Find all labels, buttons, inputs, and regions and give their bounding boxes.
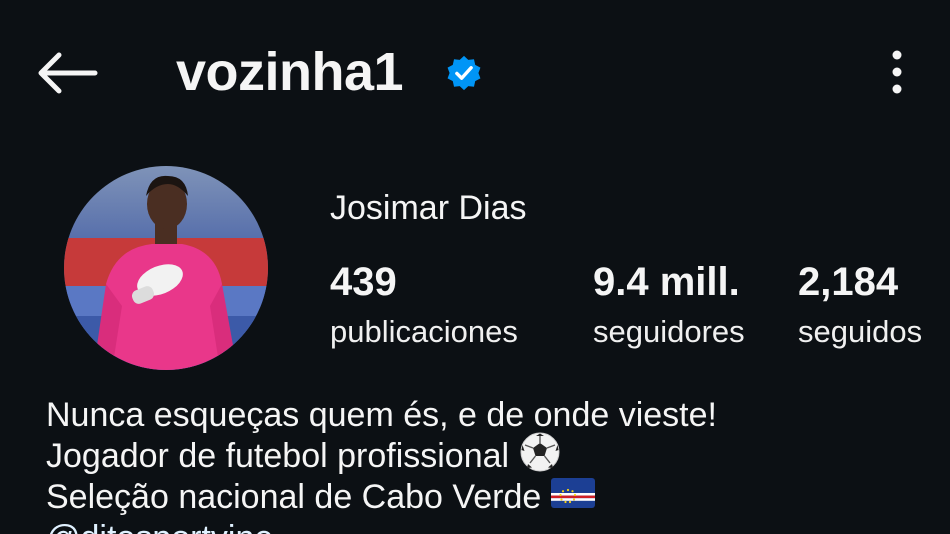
profile-photo [64, 166, 268, 370]
stat-following[interactable]: 2,184 seguidos [798, 258, 922, 352]
bio-text: Jogador de futebol profissional [46, 437, 510, 475]
profile-full-name: Josimar Dias [330, 189, 527, 227]
profile-username: vozinha1 [176, 42, 404, 102]
stat-followers-label: seguidores [593, 314, 745, 349]
cape-verde-flag-icon [551, 477, 596, 518]
stat-following-value: 2,184 [798, 260, 899, 304]
bio-line: Seleção nacional de Cabo Verde [46, 477, 717, 518]
arrow-left-icon [38, 52, 98, 94]
stat-posts-value: 439 [330, 260, 397, 304]
verified-badge-icon [447, 55, 481, 91]
back-button[interactable] [34, 50, 100, 96]
vertical-dots-icon [892, 50, 902, 94]
profile-avatar[interactable] [64, 166, 268, 370]
stat-followers-value: 9.4 mill. [593, 260, 740, 304]
bio-text: Seleção nacional de Cabo Verde [46, 478, 542, 516]
soccer-ball-icon [519, 431, 561, 483]
bio-line: Jogador de futebol profissional [46, 432, 717, 477]
stat-following-label: seguidos [798, 314, 923, 349]
bio-link[interactable]: @ditosportvine [46, 518, 273, 534]
stat-followers[interactable]: 9.4 mill. seguidores [593, 258, 745, 352]
stat-posts[interactable]: 439 publicaciones [330, 258, 518, 352]
bio-text: Nunca esqueças quem és, e de onde vieste… [46, 396, 717, 434]
stat-posts-label: publicaciones [330, 314, 518, 349]
profile-bio: Nunca esqueças quem és, e de onde vieste… [46, 395, 717, 518]
more-options-button[interactable] [880, 44, 914, 100]
bio-line: Nunca esqueças quem és, e de onde vieste… [46, 395, 717, 436]
